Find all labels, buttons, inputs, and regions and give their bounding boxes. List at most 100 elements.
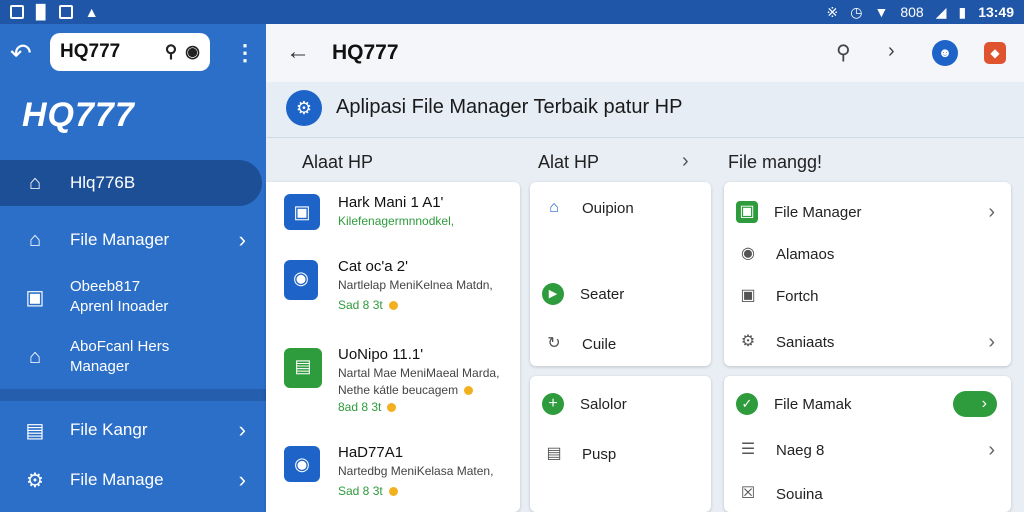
file-item-label: Alamaos [776, 245, 835, 263]
tool-item-ouipion[interactable]: ⌂ Ouipion [530, 188, 711, 228]
chevron-right-icon[interactable]: › [888, 40, 895, 63]
list-item[interactable]: ▣ Hark Mani 1 A1' Kilefenagermnnodkel, [266, 182, 520, 260]
chevron-right-icon: › [988, 200, 995, 223]
chevron-right-icon: › [988, 438, 995, 461]
sidebar-item-label: File Manage [70, 470, 164, 489]
sidebar-item-abofcanl[interactable]: ⌂ AboFcanl Hers Manager [0, 334, 266, 380]
status-dot [464, 386, 474, 396]
chevron-right-icon[interactable]: › [682, 150, 689, 173]
main-content: ← HQ777 ⚲ › ☻ ◆ ⚙ Aplipasi File Manager … [266, 24, 1024, 512]
column-header-alat-hp: Alat HP [538, 152, 600, 172]
file-manager-card-1: ▣ File Manager › ◉ Alamaos ▣ Fortch ⚙ Sa… [724, 182, 1011, 366]
sidebar-item-file-manage[interactable]: ⚙ File Manage › [0, 458, 266, 502]
tool-item-salolor[interactable]: + Salolor [530, 384, 711, 424]
toggle-switch[interactable]: › [953, 391, 997, 417]
status-dot [388, 301, 398, 311]
location-icon: ◉ [741, 245, 755, 262]
sidebar-header: ↶ HQ777 ⚲ ◉ ⋮ [0, 24, 266, 82]
alarm-icon: ◷ [850, 3, 863, 20]
sidebar-item-file-manager[interactable]: ⌂ File Manager › [0, 218, 266, 262]
file-item-souina[interactable]: ☒ Souina [724, 474, 1011, 512]
search-icon[interactable]: ⚲ [165, 42, 177, 62]
list-item[interactable]: ▤ UoNipo 11.1' Nartal Mae MeniMaeal Mard… [266, 342, 520, 432]
list-item-meta-text: Sad 8 3t [338, 298, 383, 312]
list-item-meta: Sad 8 3t [338, 298, 398, 312]
close-box-icon: ☒ [740, 485, 756, 502]
list-icon: ☰ [740, 441, 756, 458]
search-icon[interactable]: ⚲ [836, 40, 851, 65]
file-item-label: Saniaats [776, 333, 835, 351]
list-item[interactable]: ◉ HaD77A1 Nartedbg MeniKelasa Maten, Sad… [266, 438, 520, 512]
list-item[interactable]: ◉ Cat oc'a 2' Nartlelap MeniKelnea Matdn… [266, 254, 520, 338]
close-app-icon [58, 5, 73, 19]
status-right-icons: ※ ◷ ▼ 808 ◢ ▮ 13:49 [827, 4, 1014, 21]
list-item-subtitle-2-text: Nethe kátle beucagem [338, 383, 459, 397]
play-icon: ▶ [542, 283, 564, 305]
file-item-naeg-8[interactable]: ☰ Naeg 8 › [724, 430, 1011, 470]
home-icon: ⌂ [549, 199, 559, 216]
list-item-meta-text: Sad 8 3t [338, 484, 383, 498]
back-arrow-icon[interactable]: ← [286, 38, 310, 66]
status-dot [387, 403, 397, 413]
tools-card-2: + Salolor ▤ Pusp [530, 376, 711, 512]
search-input[interactable]: HQ777 ⚲ ◉ [50, 33, 210, 71]
sidebar-item-file-kangr[interactable]: ▤ File Kangr › [0, 408, 266, 452]
file-item-file-mamak[interactable]: ✓ File Mamak › [724, 384, 1011, 424]
tool-item-pusp[interactable]: ▤ Pusp [530, 434, 711, 474]
file-item-label: File Manager [774, 203, 862, 221]
tool-item-seater[interactable]: ▶ Seater [530, 274, 711, 314]
app-badge-icon: ⚙ [286, 90, 322, 126]
file-item-label: Souina [776, 485, 823, 503]
file-item-label: Fortch [776, 287, 819, 305]
file-item-alamaos[interactable]: ◉ Alamaos [724, 234, 1011, 274]
chevron-right-icon: › [988, 330, 995, 353]
app-list-card: ▣ Hark Mani 1 A1' Kilefenagermnnodkel, ◉… [266, 182, 520, 512]
status-bar: ▉ ▲ ※ ◷ ▼ 808 ◢ ▮ 13:49 [0, 0, 1024, 24]
back-icon[interactable]: ↶ [10, 38, 32, 69]
voice-search-icon[interactable]: ◉ [185, 42, 200, 62]
list-item-title: Hark Mani 1 A1' [338, 194, 444, 211]
tool-item-cuile[interactable]: ↻ Cuile [530, 324, 711, 364]
sidebar-item-hlq776b[interactable]: ⌂ Hlq776B [0, 160, 262, 206]
list-item-subtitle-2: Nethe kátle beucagem [338, 383, 474, 397]
column-header-alaat-hp: Alaat HP [302, 152, 374, 172]
tool-item-label: Pusp [582, 445, 617, 463]
sidebar-item-label: AboFcanl Hers Manager [70, 338, 170, 375]
tool-item-label: Salolor [580, 395, 627, 413]
house-icon: ⌂ [28, 345, 42, 368]
file-item-saniaats[interactable]: ⚙ Saniaats › [724, 322, 1011, 362]
banner-title: Aplipasi File Manager Terbaik patur HP [336, 96, 683, 118]
wifi-icon: ▼ [874, 4, 889, 20]
photo-icon: ▲ [84, 4, 99, 20]
battery-icon: ▮ [958, 3, 967, 20]
folder-icon: ▣ [736, 201, 758, 223]
column-header-file-mangg: File mangg! [728, 152, 823, 172]
app-shortcut-icon[interactable]: ◆ [984, 42, 1006, 64]
chevron-right-icon: › [238, 417, 246, 442]
settings-icon: ⚙ [740, 333, 756, 350]
clock: 13:49 [978, 4, 1014, 20]
chevron-right-icon: › [238, 227, 246, 252]
list-item-subtitle: Kilefenagermnnodkel, [338, 214, 455, 228]
search-value[interactable]: HQ777 [60, 41, 157, 63]
file-item-fortch[interactable]: ▣ Fortch [724, 276, 1011, 316]
avatar[interactable]: ☻ [932, 40, 958, 66]
list-item-meta: 8ad 8 3t [338, 400, 397, 414]
sidebar-item-obeeb817[interactable]: ▣ Obeeb817 Aprenl Inoader [0, 274, 266, 320]
calendar-icon: ▤ [25, 419, 45, 442]
bluetooth-icon: ※ [826, 3, 839, 20]
refresh-icon: ↻ [547, 335, 561, 352]
more-options-icon[interactable]: ⋮ [234, 40, 256, 66]
app-icon: ▤ [284, 348, 322, 388]
sidebar: ↶ HQ777 ⚲ ◉ ⋮ HQ777 ⌂ Hlq776B ⌂ File Man… [0, 24, 266, 512]
tool-item-label: Cuile [582, 335, 617, 353]
list-item-title: Cat oc'a 2' [338, 258, 408, 275]
sidebar-item-label: Hlq776B [70, 173, 136, 192]
sidebar-item-label: File Manager [70, 230, 170, 249]
tool-item-label: Seater [580, 285, 625, 303]
status-dot [388, 487, 398, 497]
banner: ⚙ Aplipasi File Manager Terbaik patur HP [266, 82, 1024, 138]
file-item-file-manager[interactable]: ▣ File Manager › [724, 192, 1011, 232]
lock-icon: ▣ [740, 287, 756, 304]
list-item-subtitle: Nartal Mae MeniMaeal Marda, [338, 366, 500, 380]
